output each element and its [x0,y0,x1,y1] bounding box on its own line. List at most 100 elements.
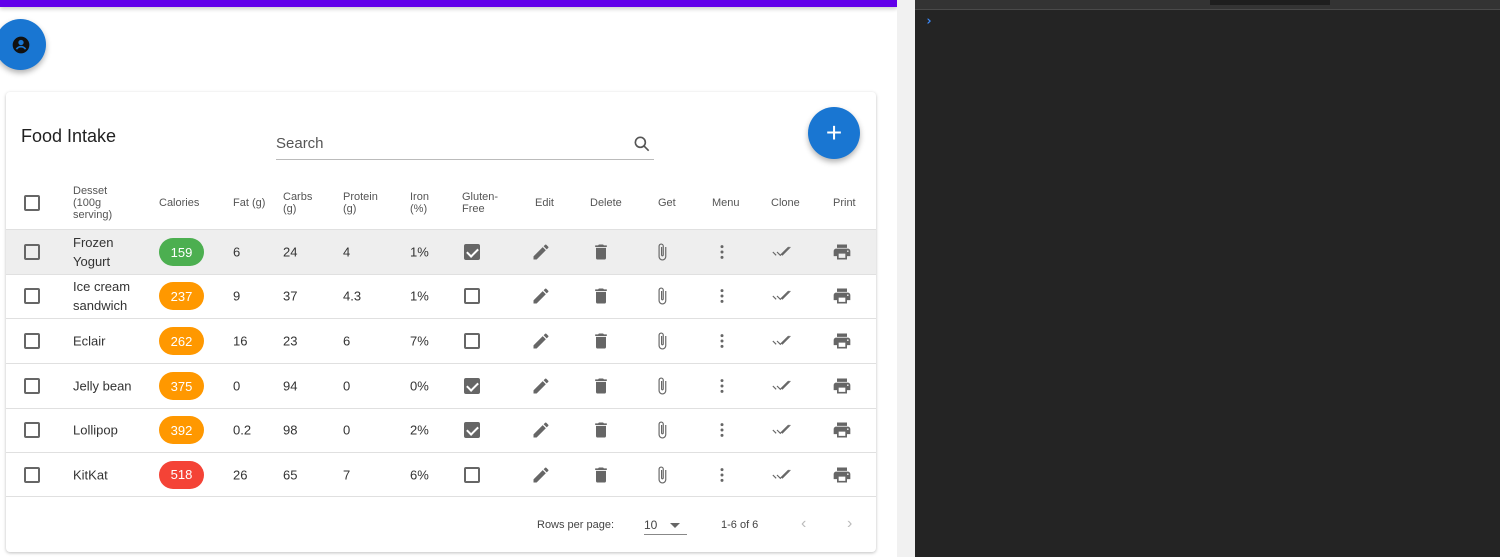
iron-value: 6% [410,467,429,482]
row-checkbox[interactable] [24,244,40,260]
table-row[interactable]: Frozen Yogurt 159 6 24 4 1% [6,230,876,275]
column-header[interactable]: Print [833,197,856,209]
column-header[interactable]: Carbs (g) [283,191,317,215]
row-checkbox[interactable] [24,378,40,394]
row-checkbox[interactable] [24,288,40,304]
attachment-icon [658,466,667,483]
menu-button[interactable] [712,331,732,351]
column-header[interactable]: Fat (g) [233,197,267,209]
column-header[interactable]: Desset (100g serving) [73,185,133,221]
print-button[interactable] [831,420,853,440]
search-field[interactable] [276,132,654,160]
print-button[interactable] [831,376,853,396]
clone-button[interactable] [771,465,793,485]
rows-per-page-value: 10 [644,518,658,532]
edit-button[interactable] [531,331,551,351]
table-row[interactable]: Eclair 262 16 23 6 7% [6,319,876,364]
get-button[interactable] [652,420,672,440]
clone-button[interactable] [771,242,793,262]
account-circle-icon [12,36,29,53]
devtools-console: › [915,0,1500,557]
menu-button[interactable] [712,376,732,396]
row-checkbox[interactable] [24,333,40,349]
account-button[interactable] [0,19,46,70]
table-row[interactable]: Jelly bean 375 0 94 0 0% [6,364,876,409]
column-header[interactable]: Get [658,197,676,209]
delete-button[interactable] [591,286,611,306]
select-all-checkbox[interactable] [24,194,40,211]
delete-button[interactable] [591,242,611,262]
get-button[interactable] [652,376,672,396]
row-checkbox[interactable] [24,466,40,483]
delete-icon [595,422,607,438]
attachment-icon [658,421,667,439]
print-button[interactable] [831,331,853,351]
edit-icon [533,378,549,394]
menu-button[interactable] [712,420,732,440]
delete-button[interactable] [591,465,611,485]
menu-button[interactable] [712,242,732,262]
dessert-name: Eclair [73,333,106,349]
clone-button[interactable] [771,286,793,306]
menu-button[interactable] [712,286,732,306]
add-button[interactable]: + [808,107,860,159]
get-button[interactable] [652,465,672,485]
calories-chip: 392 [159,416,204,444]
table-pagination: Rows per page: 10 1-6 of 6 ‹ › [6,497,876,552]
print-button[interactable] [831,465,853,485]
edit-button[interactable] [531,286,551,306]
gluten-free-checkbox[interactable] [464,288,480,304]
column-header[interactable]: Menu [712,197,740,209]
fat-value: 9 [233,288,241,304]
gluten-free-checkbox[interactable] [464,333,480,349]
delete-button[interactable] [591,420,611,440]
clone-button[interactable] [771,420,793,440]
column-header[interactable]: Protein (g) [343,191,378,215]
protein-value: 7 [343,467,351,482]
print-icon [833,288,851,304]
column-header[interactable]: Edit [535,197,554,209]
row-checkbox[interactable] [24,422,40,438]
print-button[interactable] [831,286,853,306]
search-input[interactable] [276,132,616,152]
get-button[interactable] [652,331,672,351]
get-button[interactable] [652,286,672,306]
search-icon[interactable] [632,134,652,154]
column-header[interactable]: Calories [159,197,209,209]
delete-button[interactable] [591,331,611,351]
column-header[interactable]: Iron (%) [410,191,444,215]
table-row[interactable]: KitKat 518 26 65 7 6% [6,453,876,497]
edit-button[interactable] [531,242,551,262]
clone-button[interactable] [771,376,793,396]
gluten-free-checkbox[interactable] [464,378,480,394]
column-header[interactable]: Delete [590,197,622,209]
get-button[interactable] [652,242,672,262]
table-row[interactable]: Ice cream sandwich 237 9 37 4.3 1% [6,274,876,319]
iron-value: 0% [410,378,429,394]
print-button[interactable] [831,242,853,262]
edit-button[interactable] [531,420,551,440]
carbs-value: 98 [283,422,298,438]
attachment-icon [658,332,667,350]
dessert-name: Lollipop [73,422,118,438]
fat-value: 0.2 [233,422,252,438]
delete-icon [595,333,607,349]
previous-page-button[interactable]: ‹ [801,515,806,533]
console-filter-input[interactable] [1210,0,1330,5]
column-header[interactable]: Clone [771,197,800,209]
splitter[interactable] [897,0,915,557]
edit-button[interactable] [531,465,551,485]
gluten-free-checkbox[interactable] [464,244,480,260]
column-header[interactable]: Gluten-Free [462,191,512,215]
console-prompt[interactable]: › [925,14,933,29]
table-row[interactable]: Lollipop 392 0.2 98 0 2% [6,408,876,453]
rows-per-page-select[interactable]: 10 [644,513,687,535]
done-all-icon [772,290,791,301]
next-page-button[interactable]: › [847,515,852,533]
edit-button[interactable] [531,376,551,396]
gluten-free-checkbox[interactable] [464,422,480,438]
clone-button[interactable] [771,331,793,351]
menu-button[interactable] [712,465,732,485]
delete-button[interactable] [591,376,611,396]
gluten-free-checkbox[interactable] [464,466,480,483]
